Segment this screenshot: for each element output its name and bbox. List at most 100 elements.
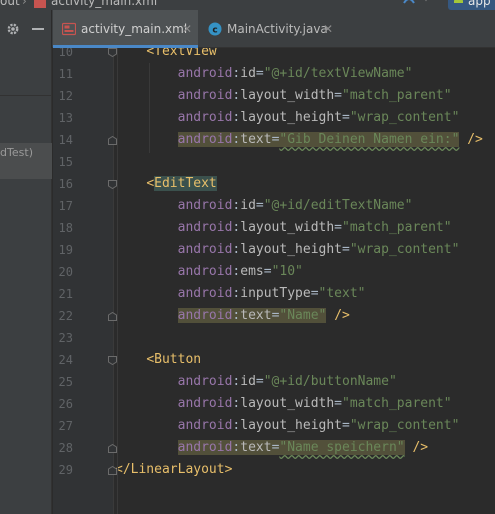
fold-icon[interactable] xyxy=(108,180,117,189)
project-panel: idTest) xyxy=(0,48,52,514)
close-icon[interactable]: ✕ xyxy=(323,10,333,48)
code-line[interactable]: android:id="@+id/buttonName" xyxy=(115,371,397,393)
fold-icon[interactable] xyxy=(108,48,117,57)
code-token: /> xyxy=(412,440,429,455)
code-token: text xyxy=(240,308,272,323)
dropdown-chevron-icon[interactable]: ▾ xyxy=(423,0,429,5)
code-token: layout_width xyxy=(240,396,335,411)
code-line[interactable]: android:layout_width="match_parent" xyxy=(115,393,452,415)
code-token: = xyxy=(255,66,264,81)
code-token: EditText xyxy=(154,176,217,191)
gradle-sync-icon[interactable] xyxy=(402,0,416,9)
line-number: 29 xyxy=(58,463,73,477)
code-line[interactable]: <EditText xyxy=(115,173,217,195)
code-token: "wrap_content" xyxy=(349,110,460,125)
line-number: 16 xyxy=(58,177,73,191)
code-line[interactable]: android:id="@+id/textViewName" xyxy=(115,63,413,85)
indent-guide xyxy=(117,48,118,514)
code-token: android xyxy=(177,308,233,323)
code-token: android xyxy=(177,396,233,411)
tab-main-activity-java[interactable]: c MainActivity.java ✕ xyxy=(199,10,339,48)
fold-icon[interactable] xyxy=(108,466,117,475)
code-token: = xyxy=(255,198,264,213)
line-number: 24 xyxy=(58,353,73,367)
code-line[interactable]: <TextView xyxy=(115,48,217,63)
code-token: "@+id/textViewName" xyxy=(263,66,413,81)
code-line[interactable]: android:text="Name" /> xyxy=(115,305,350,327)
code-token: text xyxy=(240,132,272,147)
code-token: layout_height xyxy=(240,418,342,433)
code-editor[interactable]: <TextView android:id="@+id/textViewName"… xyxy=(53,48,495,514)
code-token: LinearLayout xyxy=(130,462,225,477)
code-line[interactable]: android:layout_width="match_parent" xyxy=(115,217,452,239)
breadcrumb-item[interactable]: out xyxy=(0,0,20,8)
code-line[interactable]: android:inputType="text" xyxy=(115,283,366,305)
fold-end-icon[interactable] xyxy=(108,136,117,145)
code-token: "Gib Deinen Namen ein:" xyxy=(279,132,460,147)
run-config-label: app xyxy=(468,0,491,8)
line-number: 14 xyxy=(58,133,73,147)
breadcrumb-item[interactable]: activity_main.xml xyxy=(51,0,157,8)
line-number: 25 xyxy=(58,375,73,389)
code-token: android xyxy=(177,242,233,257)
code-line[interactable]: </LinearLayout> xyxy=(115,459,232,481)
code-token: "Name speichern" xyxy=(279,440,405,455)
code-token: layout_height xyxy=(240,110,342,125)
line-number: 20 xyxy=(58,265,73,279)
code-line[interactable]: android:layout_height="wrap_content" xyxy=(115,415,460,437)
line-number: 11 xyxy=(58,67,73,81)
project-panel-toolbar xyxy=(0,10,52,48)
minimize-icon[interactable] xyxy=(31,22,45,36)
line-number: 28 xyxy=(58,441,73,455)
tab-activity-main-xml[interactable]: activity_main.xml ✕ xyxy=(53,10,198,48)
close-icon[interactable]: ✕ xyxy=(182,10,192,48)
code-line[interactable]: android:text="Gib Deinen Namen ein:" /> xyxy=(115,129,483,151)
code-token: = xyxy=(334,220,342,235)
code-line[interactable]: android:id="@+id/editTextName" xyxy=(115,195,413,217)
code-token: = xyxy=(334,88,342,103)
fold-icon[interactable] xyxy=(108,356,117,365)
code-token: text xyxy=(240,440,272,455)
line-number: 17 xyxy=(58,199,73,213)
code-token: "match_parent" xyxy=(342,220,452,235)
code-token: "wrap_content" xyxy=(349,242,460,257)
code-line[interactable]: <Button xyxy=(115,349,201,371)
code-token: layout_width xyxy=(240,220,335,235)
code-token: > xyxy=(224,462,233,477)
code-token: "wrap_content" xyxy=(349,418,460,433)
code-token: android xyxy=(177,66,233,81)
code-line[interactable]: android:layout_width="match_parent" xyxy=(115,85,452,107)
code-token: /> xyxy=(467,132,483,147)
code-token: android xyxy=(177,88,233,103)
code-token: android xyxy=(177,110,233,125)
code-token: TextView xyxy=(154,48,217,59)
fold-end-icon[interactable] xyxy=(108,312,117,321)
code-line[interactable]: android:ems="10" xyxy=(115,261,303,283)
run-config-selector[interactable]: app xyxy=(448,0,495,10)
gear-icon[interactable] xyxy=(6,22,20,36)
code-token: android xyxy=(177,132,233,147)
project-tree-item[interactable]: idTest) xyxy=(0,143,52,179)
code-line[interactable]: android:text="Name speichern" /> xyxy=(115,437,428,459)
code-token: id xyxy=(240,198,256,213)
code-token: android xyxy=(177,286,233,301)
code-token: = xyxy=(255,374,264,389)
code-line[interactable]: android:layout_height="wrap_content" xyxy=(115,239,460,261)
line-number: 18 xyxy=(58,221,73,235)
code-token: layout_width xyxy=(240,88,335,103)
code-token: android xyxy=(177,198,233,213)
code-line[interactable]: android:layout_height="wrap_content" xyxy=(115,107,460,129)
fold-end-icon[interactable] xyxy=(108,444,117,453)
project-tree-item-label: idTest) xyxy=(0,146,33,159)
